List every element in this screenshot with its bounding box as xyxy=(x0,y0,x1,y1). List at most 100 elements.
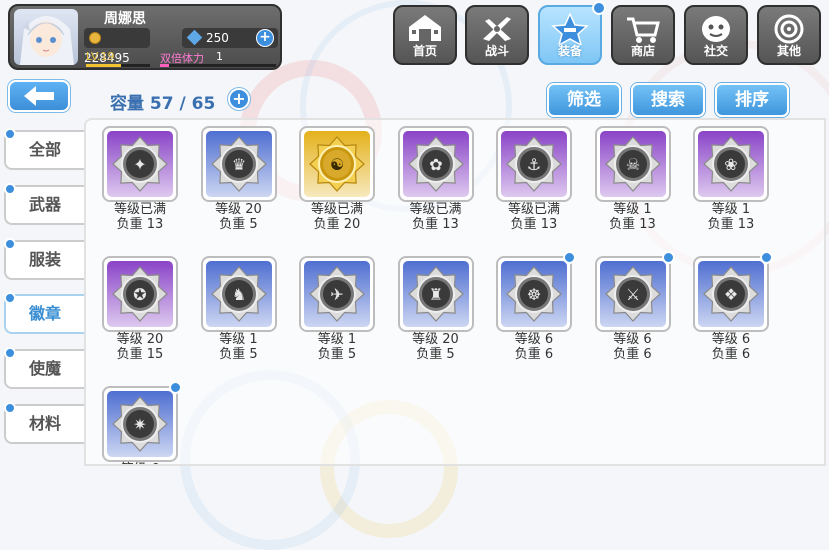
tab-all[interactable]: 全部 xyxy=(4,128,84,170)
gem-icon xyxy=(186,29,203,46)
badge-frame: ✦ xyxy=(102,126,178,202)
svg-text:♜: ♜ xyxy=(428,285,442,304)
badge-item[interactable]: ⚓ 等级已满 负重 13 xyxy=(496,126,572,236)
badge-weight: 负重 15 xyxy=(116,347,164,362)
nav-home-label: 首页 xyxy=(412,44,437,58)
tab-all-label: 全部 xyxy=(28,140,61,159)
badge-item[interactable]: ♜ 等级 20 负重 5 xyxy=(397,256,474,366)
badge-item[interactable]: ❀ 等级 1 负重 13 xyxy=(693,126,769,236)
gold-display: 228495 xyxy=(84,28,150,65)
badge-frame: ⚓ xyxy=(496,126,572,202)
nav-other-button[interactable]: 其他 xyxy=(757,5,821,65)
badge-frame: ☯ xyxy=(299,126,375,202)
badge-item[interactable]: ✿ 等级已满 负重 13 xyxy=(397,126,474,236)
badge-level: 等级 1 xyxy=(317,332,357,347)
ship-emblem-icon: ☸ xyxy=(506,266,562,322)
car-emblem-icon: ♛ xyxy=(210,136,267,192)
tab-weapon[interactable]: 武器 xyxy=(4,183,84,225)
player-name: 周娜思 xyxy=(104,11,146,27)
search-button[interactable]: 搜索 xyxy=(631,83,705,117)
cart-icon xyxy=(627,17,660,43)
train-emblem-icon: ☠ xyxy=(604,136,661,192)
badge-weight: 负重 13 xyxy=(116,217,164,232)
badge-frame: ❖ xyxy=(693,256,769,332)
flower-emblem-icon: ❀ xyxy=(703,136,759,192)
nav-battle-label: 战斗 xyxy=(484,44,509,58)
new-item-dot xyxy=(661,251,675,264)
badge-item[interactable]: ✷ 等级 6 xyxy=(102,381,182,464)
svg-text:⚓: ⚓ xyxy=(527,155,541,174)
add-gems-button[interactable]: + xyxy=(256,29,274,47)
badge-item[interactable]: ☸ 等级 6 负重 6 xyxy=(496,251,576,366)
svg-text:☠: ☠ xyxy=(625,155,639,174)
exp-bar xyxy=(86,64,150,67)
svg-text:❖: ❖ xyxy=(724,285,738,304)
badge-frame: ✷ xyxy=(102,386,178,462)
svg-text:✿: ✿ xyxy=(429,155,442,174)
badge-weight: 负重 6 xyxy=(613,347,652,362)
owl-emblem-icon: ♜ xyxy=(407,266,464,322)
double-stamina-bar xyxy=(160,64,276,67)
back-button[interactable] xyxy=(8,80,70,112)
svg-text:♛: ♛ xyxy=(231,155,245,174)
tab-badge[interactable]: 徽章 xyxy=(4,292,84,334)
double-stamina-value: 1 xyxy=(216,50,223,63)
badge-weight: 负重 13 xyxy=(412,217,459,232)
nav-battle-button[interactable]: 战斗 xyxy=(465,5,529,65)
badge-level: 等级 20 xyxy=(116,332,164,347)
tab-costume[interactable]: 服装 xyxy=(4,238,84,280)
tab-notification-dot xyxy=(4,347,16,359)
back-arrow-icon xyxy=(24,86,54,106)
new-item-dot xyxy=(760,251,773,264)
badge-item[interactable]: ✦ 等级已满 负重 13 xyxy=(102,126,178,236)
badge-frame: ✿ xyxy=(397,126,474,202)
badge-level: 等级 6 xyxy=(613,332,652,347)
tab-notification-dot xyxy=(4,183,16,195)
badge-frame: ✪ xyxy=(102,256,178,332)
badge-level: 等级 20 xyxy=(215,202,262,217)
badge-level: 等级已满 xyxy=(310,202,363,217)
gem-display: 250 + xyxy=(182,28,278,48)
exp-bar-fill xyxy=(86,64,122,67)
badge-frame: ❀ xyxy=(693,126,769,202)
nav-social-button[interactable]: 社交 xyxy=(684,5,748,65)
badge-weight: 负重 5 xyxy=(416,347,455,362)
tab-material[interactable]: 材料 xyxy=(4,402,84,444)
nav-home-button[interactable]: 首页 xyxy=(393,5,457,65)
badge-level: 等级 6 xyxy=(514,332,554,347)
badge-frame: ♛ xyxy=(200,126,277,202)
badge-item[interactable]: ✈ 等级 1 负重 5 xyxy=(299,256,375,366)
player-level: LV.19 xyxy=(86,50,115,63)
badge-item[interactable]: ☯ 等级已满 负重 20 xyxy=(299,126,375,236)
svg-text:♞: ♞ xyxy=(231,285,245,304)
badge-item[interactable]: ♛ 等级 20 负重 5 xyxy=(200,126,277,236)
badge-item[interactable]: ❖ 等级 6 负重 6 xyxy=(693,251,773,366)
sort-button[interactable]: 排序 xyxy=(715,83,789,117)
expand-capacity-button[interactable]: + xyxy=(228,88,250,110)
badge-frame: ☠ xyxy=(594,126,671,202)
beast-emblem-icon: ❖ xyxy=(703,266,759,322)
nav-shop-button[interactable]: 商店 xyxy=(611,5,675,65)
double-stamina-fill xyxy=(160,64,170,67)
badge-grid-panel[interactable]: ✦ 等级已满 负重 13 ♛ 等级 20 负重 5 ☯ 等级已满 负重 20 ✿ 等级已满 负重 13… xyxy=(84,118,826,466)
badge-weight: 负重 6 xyxy=(711,347,751,362)
badge-item[interactable]: ☠ 等级 1 负重 13 xyxy=(594,126,671,236)
svg-text:⚔: ⚔ xyxy=(625,285,639,304)
nav-equipment-button[interactable]: 装备 xyxy=(538,1,606,65)
player-card[interactable]: 周娜思 228495 250 + LV.19 双倍体力 1 xyxy=(8,4,282,70)
badge-level: 等级 1 xyxy=(711,202,751,217)
badge-level: 等级已满 xyxy=(507,202,560,217)
avatar[interactable] xyxy=(14,9,78,65)
badge-item[interactable]: ⚔ 等级 6 负重 6 xyxy=(594,251,675,366)
badge-weight: 负重 5 xyxy=(219,217,258,232)
gold-coin-icon xyxy=(89,32,101,44)
badge-level: 等级 1 xyxy=(219,332,258,347)
badge-weight: 负重 20 xyxy=(313,217,361,232)
tab-familiar[interactable]: 使魔 xyxy=(4,347,84,389)
svg-text:✪: ✪ xyxy=(133,285,146,304)
badge-frame: ♞ xyxy=(200,256,277,332)
badge-item[interactable]: ♞ 等级 1 负重 5 xyxy=(200,256,277,366)
badge-item[interactable]: ✪ 等级 20 负重 15 xyxy=(102,256,178,366)
filter-button[interactable]: 筛选 xyxy=(547,83,621,117)
badge-level: 等级 1 xyxy=(613,202,652,217)
